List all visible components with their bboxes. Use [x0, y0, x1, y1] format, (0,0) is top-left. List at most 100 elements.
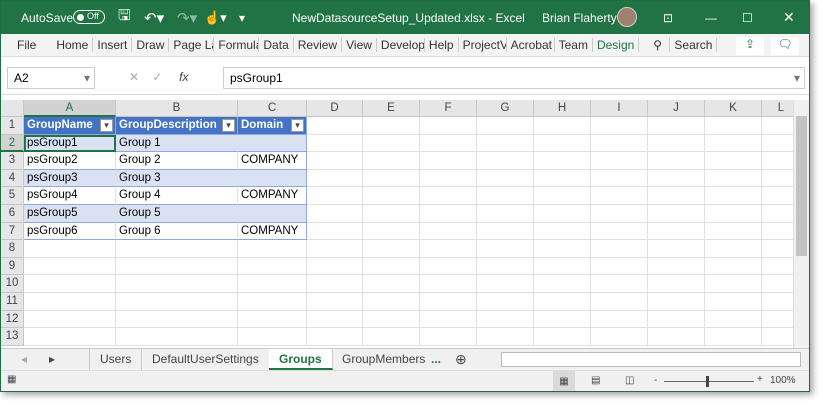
row-header-2[interactable]: 2 — [1, 134, 24, 153]
column-header-C[interactable]: C — [238, 100, 307, 117]
cell-G1[interactable] — [477, 117, 534, 135]
cell-A10[interactable] — [24, 275, 116, 293]
tab-file[interactable]: File — [1, 38, 52, 52]
minimize-icon[interactable]: — — [705, 11, 717, 25]
cell-C12[interactable] — [238, 310, 307, 329]
cell-C4[interactable] — [238, 169, 307, 188]
cell-H6[interactable] — [534, 205, 591, 223]
cell-A4[interactable]: psGroup3 — [24, 169, 116, 188]
cell-H5[interactable] — [534, 187, 591, 205]
tab-formulas[interactable]: Formula — [214, 38, 260, 52]
cell-B4[interactable]: Group 3 — [116, 169, 238, 188]
cell-H2[interactable] — [534, 134, 591, 153]
cell-E2[interactable] — [363, 134, 420, 153]
cell-B1[interactable]: GroupDescription ▾ — [116, 117, 238, 135]
row-header-3[interactable]: 3 — [1, 152, 24, 170]
cell-F9[interactable] — [420, 257, 477, 276]
cell-L13[interactable] — [762, 328, 793, 346]
cell-E13[interactable] — [363, 328, 420, 346]
cell-J13[interactable] — [648, 328, 705, 346]
column-header-A[interactable]: A — [24, 100, 116, 117]
sheet-tab-users[interactable]: Users — [89, 349, 143, 370]
tab-draw[interactable]: Draw — [132, 38, 170, 52]
cell-G2[interactable] — [477, 134, 534, 153]
cell-E12[interactable] — [363, 310, 420, 329]
cell-J2[interactable] — [648, 134, 705, 153]
cell-C5[interactable]: COMPANY — [238, 187, 307, 205]
cell-A13[interactable] — [24, 328, 116, 346]
row-header-6[interactable]: 6 — [1, 205, 24, 223]
cell-D6[interactable] — [307, 205, 363, 223]
cell-K13[interactable] — [705, 328, 762, 346]
cell-B9[interactable] — [116, 257, 238, 276]
avatar[interactable] — [617, 7, 637, 27]
maximize-icon[interactable]: ☐ — [742, 11, 753, 25]
cell-F6[interactable] — [420, 205, 477, 223]
cell-B12[interactable] — [116, 310, 238, 329]
row-header-8[interactable]: 8 — [1, 240, 24, 258]
zoom-in-icon[interactable]: + — [757, 374, 763, 385]
cell-E7[interactable] — [363, 222, 420, 241]
cell-H13[interactable] — [534, 328, 591, 346]
cell-B2[interactable]: Group 1 — [116, 134, 238, 153]
zoom-slider[interactable] — [664, 376, 754, 387]
cell-L2[interactable] — [762, 135, 793, 153]
column-header-E[interactable]: E — [363, 100, 420, 117]
cell-F2[interactable] — [420, 134, 477, 153]
customize-qat-icon[interactable]: ▾ — [239, 11, 245, 25]
column-header-F[interactable]: F — [420, 100, 477, 117]
cell-D13[interactable] — [307, 328, 363, 346]
column-header-K[interactable]: K — [705, 100, 762, 117]
filter-dropdown-icon[interactable]: ▾ — [222, 119, 235, 132]
cell-J5[interactable] — [648, 187, 705, 205]
cell-B5[interactable]: Group 4 — [116, 187, 238, 205]
cell-A7[interactable]: psGroup6 — [24, 222, 116, 241]
cell-E9[interactable] — [363, 257, 420, 276]
scroll-tabs-left-icon[interactable]: ◂ — [11, 349, 37, 370]
cell-D3[interactable] — [307, 152, 363, 170]
tab-design[interactable]: Design — [593, 38, 640, 52]
row-header-7[interactable]: 7 — [1, 222, 24, 241]
cell-I9[interactable] — [591, 257, 648, 276]
cell-B13[interactable] — [116, 328, 238, 346]
cell-I4[interactable] — [591, 169, 648, 188]
cell-K11[interactable] — [705, 293, 762, 311]
cell-B11[interactable] — [116, 293, 238, 311]
select-all-corner[interactable] — [1, 100, 24, 117]
enter-icon[interactable]: ✓ — [152, 70, 162, 84]
cell-E4[interactable] — [363, 169, 420, 188]
tab-data[interactable]: Data — [259, 38, 294, 52]
filter-dropdown-icon[interactable]: ▾ — [100, 119, 113, 132]
cell-A11[interactable] — [24, 293, 116, 311]
vertical-scrollbar[interactable] — [793, 100, 809, 348]
cell-A5[interactable]: psGroup4 — [24, 187, 116, 205]
cell-K6[interactable] — [705, 205, 762, 223]
cell-L3[interactable] — [762, 152, 793, 170]
cell-H1[interactable] — [534, 117, 591, 135]
row-header-5[interactable]: 5 — [1, 187, 24, 205]
column-header-I[interactable]: I — [591, 100, 648, 117]
undo-icon[interactable]: ↶▾ — [144, 9, 164, 27]
cell-K7[interactable] — [705, 222, 762, 241]
cell-F1[interactable] — [420, 117, 477, 135]
cell-E5[interactable] — [363, 187, 420, 205]
cell-H12[interactable] — [534, 310, 591, 329]
cell-L10[interactable] — [762, 275, 793, 293]
cell-G7[interactable] — [477, 222, 534, 241]
cell-L4[interactable] — [762, 170, 793, 188]
cell-H7[interactable] — [534, 222, 591, 241]
cell-L5[interactable] — [762, 187, 793, 205]
zoom-level[interactable]: 100% — [770, 375, 796, 386]
cell-J10[interactable] — [648, 275, 705, 293]
column-header-G[interactable]: G — [477, 100, 534, 117]
cell-K2[interactable] — [705, 134, 762, 153]
cell-D2[interactable] — [307, 134, 363, 153]
cell-K4[interactable] — [705, 169, 762, 188]
cell-J3[interactable] — [648, 152, 705, 170]
cell-K12[interactable] — [705, 310, 762, 329]
cell-B7[interactable]: Group 6 — [116, 222, 238, 241]
cell-G9[interactable] — [477, 257, 534, 276]
column-header-J[interactable]: J — [648, 100, 705, 117]
cell-K9[interactable] — [705, 257, 762, 276]
cell-J1[interactable] — [648, 117, 705, 135]
